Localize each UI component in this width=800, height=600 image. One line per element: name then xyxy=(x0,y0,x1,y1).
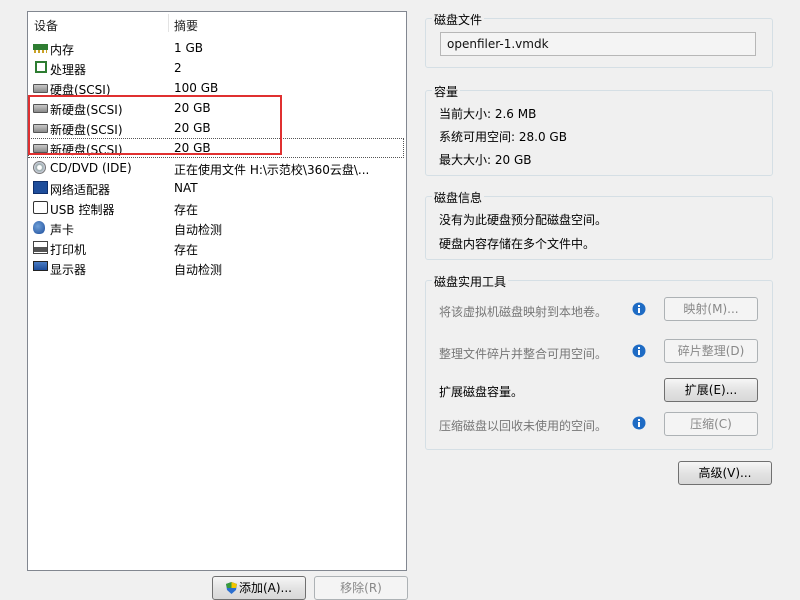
column-header-device[interactable]: 设备 xyxy=(34,17,58,34)
map-button[interactable]: 映射(M)... xyxy=(664,297,758,321)
device-row-sound-card[interactable]: 声卡 自动检测 xyxy=(28,218,404,238)
device-name: 内存 xyxy=(50,43,75,57)
preallocation-text: 没有为此硬盘预分配磁盘空间。 xyxy=(439,213,608,227)
advanced-button-label: 高级(V)... xyxy=(698,466,752,480)
remove-button-label: 移除(R) xyxy=(340,581,382,595)
map-button-label: 映射(M)... xyxy=(683,302,739,316)
compact-button-label: 压缩(C) xyxy=(690,417,732,431)
device-name: USB 控制器 xyxy=(50,203,115,217)
device-summary: 存在 xyxy=(174,243,199,257)
disk-utilities-group: 磁盘实用工具 将该虚拟机磁盘映射到本地卷。 映射(M)... 整理文件碎片并整合… xyxy=(425,273,773,450)
device-row-memory[interactable]: 内存 1 GB xyxy=(28,38,404,58)
device-summary: 自动检测 xyxy=(174,223,223,237)
max-size-text: 最大大小: 20 GB xyxy=(439,153,532,167)
available-space-text: 系统可用空间: 28.0 GB xyxy=(439,130,567,144)
defrag-description: 整理文件碎片并整合可用空间。 xyxy=(439,347,608,361)
disk-utilities-title: 磁盘实用工具 xyxy=(432,273,509,290)
device-row-processor[interactable]: 处理器 2 xyxy=(28,58,404,78)
network-adapter-icon xyxy=(33,181,48,194)
sound-card-icon xyxy=(33,221,45,234)
device-name: 网络适配器 xyxy=(50,183,111,197)
defrag-button-label: 碎片整理(D) xyxy=(677,344,745,358)
disk-file-field[interactable]: openfiler-1.vmdk xyxy=(440,32,756,56)
device-summary: 存在 xyxy=(174,203,199,217)
storage-text: 硬盘内容存储在多个文件中。 xyxy=(439,237,596,251)
capacity-group: 容量 当前大小: 2.6 MB 系统可用空间: 28.0 GB 最大大小: 20… xyxy=(425,83,773,176)
capacity-title: 容量 xyxy=(432,83,461,100)
memory-icon xyxy=(33,41,48,54)
expand-button-label: 扩展(E)... xyxy=(684,383,738,397)
device-list-header: 设备 摘要 xyxy=(28,12,406,34)
device-name: 显示器 xyxy=(50,263,87,277)
advanced-button[interactable]: 高级(V)... xyxy=(678,461,772,485)
device-summary: 100 GB xyxy=(174,81,219,95)
device-name: 声卡 xyxy=(50,223,75,237)
map-description: 将该虚拟机磁盘映射到本地卷。 xyxy=(439,305,608,319)
info-icon[interactable] xyxy=(632,416,646,430)
device-name: 处理器 xyxy=(50,63,87,77)
device-summary: 2 xyxy=(174,61,182,75)
device-name: 打印机 xyxy=(50,243,87,257)
device-summary: 正在使用文件 H:\示范校\360云盘\... xyxy=(174,163,370,177)
device-row-network-adapter[interactable]: 网络适配器 NAT xyxy=(28,178,404,198)
highlight-annotation xyxy=(28,95,282,155)
disk-info-group: 磁盘信息 没有为此硬盘预分配磁盘空间。 硬盘内容存储在多个文件中。 xyxy=(425,189,773,260)
disk-info-title: 磁盘信息 xyxy=(432,189,485,206)
compact-description: 压缩磁盘以回收未使用的空间。 xyxy=(439,419,608,433)
disk-file-title: 磁盘文件 xyxy=(432,11,485,28)
device-row-cd-dvd[interactable]: CD/DVD (IDE) 正在使用文件 H:\示范校\360云盘\... xyxy=(28,158,404,178)
device-row-printer[interactable]: 打印机 存在 xyxy=(28,238,404,258)
display-icon xyxy=(33,261,48,271)
cd-dvd-icon xyxy=(33,161,46,174)
device-row-display[interactable]: 显示器 自动检测 xyxy=(28,258,404,278)
remove-device-button[interactable]: 移除(R) xyxy=(314,576,408,600)
printer-icon xyxy=(33,241,48,254)
add-device-button[interactable]: 添加(A)... xyxy=(212,576,306,600)
shield-icon xyxy=(225,582,237,594)
device-summary: 1 GB xyxy=(174,41,203,55)
usb-icon xyxy=(33,201,48,214)
expand-description: 扩展磁盘容量。 xyxy=(439,385,524,399)
device-summary: 自动检测 xyxy=(174,263,223,277)
expand-button[interactable]: 扩展(E)... xyxy=(664,378,758,402)
hard-disk-icon xyxy=(33,84,48,93)
defrag-button[interactable]: 碎片整理(D) xyxy=(664,339,758,363)
info-icon[interactable] xyxy=(632,344,646,358)
add-button-label: 添加(A)... xyxy=(238,581,293,595)
compact-button[interactable]: 压缩(C) xyxy=(664,412,758,436)
device-name: CD/DVD (IDE) xyxy=(50,161,132,175)
device-row-usb-controller[interactable]: USB 控制器 存在 xyxy=(28,198,404,218)
column-separator[interactable] xyxy=(168,14,169,32)
device-summary: NAT xyxy=(174,181,198,195)
column-header-summary[interactable]: 摘要 xyxy=(174,17,198,34)
current-size-text: 当前大小: 2.6 MB xyxy=(439,107,537,121)
info-icon[interactable] xyxy=(632,302,646,316)
processor-icon xyxy=(35,61,47,73)
